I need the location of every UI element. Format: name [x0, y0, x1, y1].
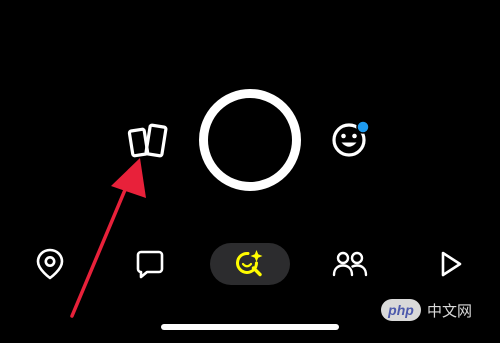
home-indicator[interactable] [161, 324, 339, 330]
nav-chat[interactable] [130, 244, 170, 284]
smiley-lens-icon [332, 120, 370, 157]
capture-button[interactable] [199, 89, 301, 191]
nav-camera[interactable] [210, 243, 290, 285]
friends-icon [332, 251, 368, 277]
notification-dot [356, 120, 370, 134]
memories-cards-icon [127, 123, 168, 158]
play-icon [441, 251, 462, 277]
camera-screen: php 中文网 [0, 0, 500, 343]
watermark: php 中文网 [381, 297, 493, 323]
camera-sparkle-search-icon [236, 250, 263, 277]
map-pin-icon [36, 248, 64, 280]
memories-button[interactable] [124, 118, 174, 164]
nav-friends[interactable] [330, 244, 370, 284]
watermark-text: 中文网 [427, 302, 473, 320]
chat-bubble-icon [136, 250, 164, 279]
watermark-badge: php [381, 299, 421, 321]
lens-button[interactable] [330, 120, 370, 160]
nav-map[interactable] [30, 244, 70, 284]
nav-stories[interactable] [430, 244, 470, 284]
